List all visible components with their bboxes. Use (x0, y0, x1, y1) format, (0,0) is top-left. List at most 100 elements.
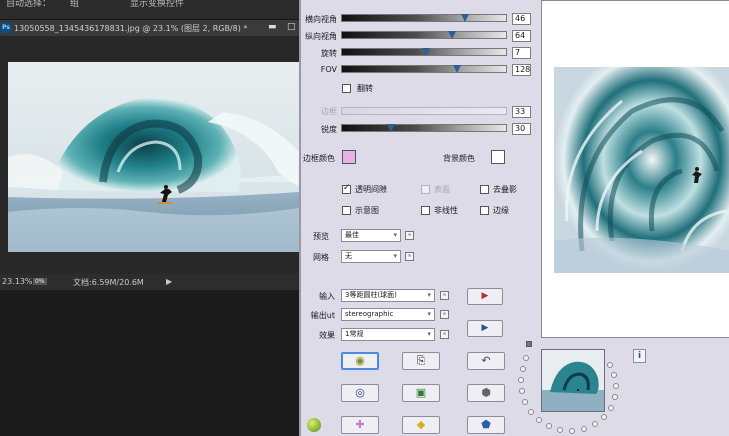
schematic-checkbox[interactable] (342, 206, 351, 215)
globe-icon: ◉ (355, 354, 365, 367)
chevron-down-icon: ▾ (393, 252, 397, 260)
nonlinear-label: 非线性 (434, 206, 458, 215)
copy-button[interactable]: ⎘ (402, 352, 440, 370)
document-title: 13050558_1345436178831.jpg @ 23.1% (图层 2… (14, 24, 248, 33)
fov-value[interactable]: 128 (512, 64, 531, 76)
input-select[interactable]: 3等距圆柱(球面) ▾ (341, 289, 435, 302)
bg-color-label: 背景颜色 (443, 154, 475, 163)
h-angle-value[interactable]: 46 (512, 13, 531, 25)
flip-checkbox[interactable] (342, 84, 351, 93)
undo-icon: ↶ (481, 354, 491, 367)
slider-thumb-icon[interactable] (452, 65, 461, 73)
edge-color-swatch[interactable] (342, 150, 356, 164)
schematic-label: 示意图 (355, 206, 379, 215)
photoshop-window: 自动选择： 组 显示变换控件 Ps 13050558_1345436178831… (0, 0, 299, 436)
play-icon: ▶ (481, 323, 489, 333)
wave-photo (8, 62, 299, 252)
de-ghost-checkbox[interactable] (480, 185, 489, 194)
cross-button[interactable]: ✚ (341, 416, 379, 434)
sharpness-label: 锐度 (321, 125, 337, 134)
square-icon: ▣ (415, 386, 427, 399)
photoshop-logo-icon: Ps (1, 23, 11, 33)
border-value[interactable]: 33 (512, 106, 531, 118)
edges-checkbox[interactable] (480, 206, 489, 215)
chevron-down-icon: ▾ (393, 231, 397, 239)
copy-icon: ⎘ (416, 354, 426, 367)
status-bar: 23.13% 0% 文档:6.59M/20.6M ▶ (0, 274, 299, 290)
flexify-panel: 横向视角 46 纵向视角 64 旋转 7 FOV 128 翻转 边框 33 锐度… (299, 0, 729, 436)
grid-label: 网格 (313, 253, 329, 262)
bg-color-swatch[interactable] (491, 150, 505, 164)
rotate-slider[interactable] (341, 48, 507, 56)
v-angle-value[interactable]: 64 (512, 30, 531, 42)
document-tab[interactable]: Ps 13050558_1345436178831.jpg @ 23.1% (图… (0, 20, 299, 36)
cube-button[interactable]: ◆ (402, 416, 440, 434)
rotate-value[interactable]: 7 (512, 47, 531, 59)
preview-select[interactable]: 最佳 ▾ (341, 229, 401, 242)
options-bar: 自动选择： 组 显示变换控件 (0, 0, 299, 20)
status-menu-arrow-icon[interactable]: ▶ (166, 277, 172, 286)
effect-select[interactable]: 1常规 ▾ (341, 328, 435, 341)
surface-checkbox[interactable] (421, 185, 430, 194)
render-preview-button[interactable]: ▶ (467, 288, 503, 305)
undo-button[interactable]: ↶ (467, 352, 505, 370)
flip-label: 翻转 (357, 84, 373, 93)
v-angle-label: 纵向视角 (305, 32, 337, 41)
transparent-gaps-label: 透明间隙 (355, 185, 387, 194)
ring-button[interactable]: ◎ (341, 384, 379, 402)
h-angle-label: 横向视角 (305, 15, 337, 24)
sharpness-value[interactable]: 30 (512, 123, 531, 135)
slider-thumb-icon[interactable] (447, 31, 456, 39)
dice-icon: ⬢ (481, 386, 491, 399)
auto-select-option[interactable]: 自动选择： (6, 0, 51, 9)
show-transform-option[interactable]: 显示变换控件 (130, 0, 184, 9)
chevron-down-icon: ▾ (427, 310, 431, 318)
render-apply-button[interactable]: ▶ (467, 320, 503, 337)
grid-select[interactable]: 无 ▾ (341, 250, 401, 263)
dice-button[interactable]: ⬢ (467, 384, 505, 402)
border-slider[interactable] (341, 107, 507, 115)
globe-button[interactable]: ◉ (341, 352, 379, 370)
edges-label: 边缘 (493, 206, 509, 215)
maximize-icon[interactable]: □ (287, 22, 296, 32)
nonlinear-checkbox[interactable] (421, 206, 430, 215)
logo-icon (307, 418, 321, 432)
auto-select-dropdown[interactable]: 组 (70, 0, 79, 9)
minimize-icon[interactable]: ▬ (268, 22, 277, 32)
gem-icon: ⬟ (481, 418, 491, 431)
play-icon: ▶ (481, 291, 489, 301)
effect-link-icon[interactable]: ∞ (440, 330, 449, 339)
grid-link-icon[interactable]: ∞ (405, 252, 414, 261)
fov-label: FOV (320, 65, 337, 74)
thumbnail-handle[interactable] (526, 341, 532, 347)
transparent-gaps-checkbox[interactable] (342, 183, 351, 194)
zoom-level[interactable]: 23.13% (2, 277, 33, 286)
zoom-icon[interactable]: 0% (33, 278, 47, 285)
input-link-icon[interactable]: ∞ (440, 291, 449, 300)
v-angle-slider[interactable] (341, 31, 507, 39)
ring-icon: ◎ (355, 386, 365, 399)
info-icon[interactable]: i (633, 349, 646, 363)
de-ghost-label: 去叠影 (493, 185, 517, 194)
h-angle-slider[interactable] (341, 14, 507, 22)
output-label: 输出ut (310, 311, 335, 320)
output-select[interactable]: stereographic ▾ (341, 308, 435, 321)
chevron-down-icon: ▾ (427, 291, 431, 299)
thumbnail-image[interactable] (541, 349, 605, 412)
preview-label: 预览 (313, 232, 329, 241)
border-label: 边框 (321, 107, 337, 116)
surface-label: 表面 (434, 185, 450, 194)
output-link-icon[interactable]: ∞ (440, 310, 449, 319)
preview-link-icon[interactable]: ∞ (405, 231, 414, 240)
sharpness-slider[interactable] (341, 124, 507, 132)
slider-thumb-icon[interactable] (387, 124, 396, 132)
slider-thumb-icon[interactable] (461, 14, 469, 22)
rotate-label: 旋转 (321, 49, 337, 58)
fov-slider[interactable] (341, 65, 507, 73)
document-canvas[interactable] (0, 36, 299, 274)
slider-thumb-icon[interactable] (421, 48, 430, 56)
square-button[interactable]: ▣ (402, 384, 440, 402)
gem-button[interactable]: ⬟ (467, 416, 505, 434)
input-label: 输入 (319, 292, 335, 301)
preview-pane[interactable] (541, 0, 729, 338)
